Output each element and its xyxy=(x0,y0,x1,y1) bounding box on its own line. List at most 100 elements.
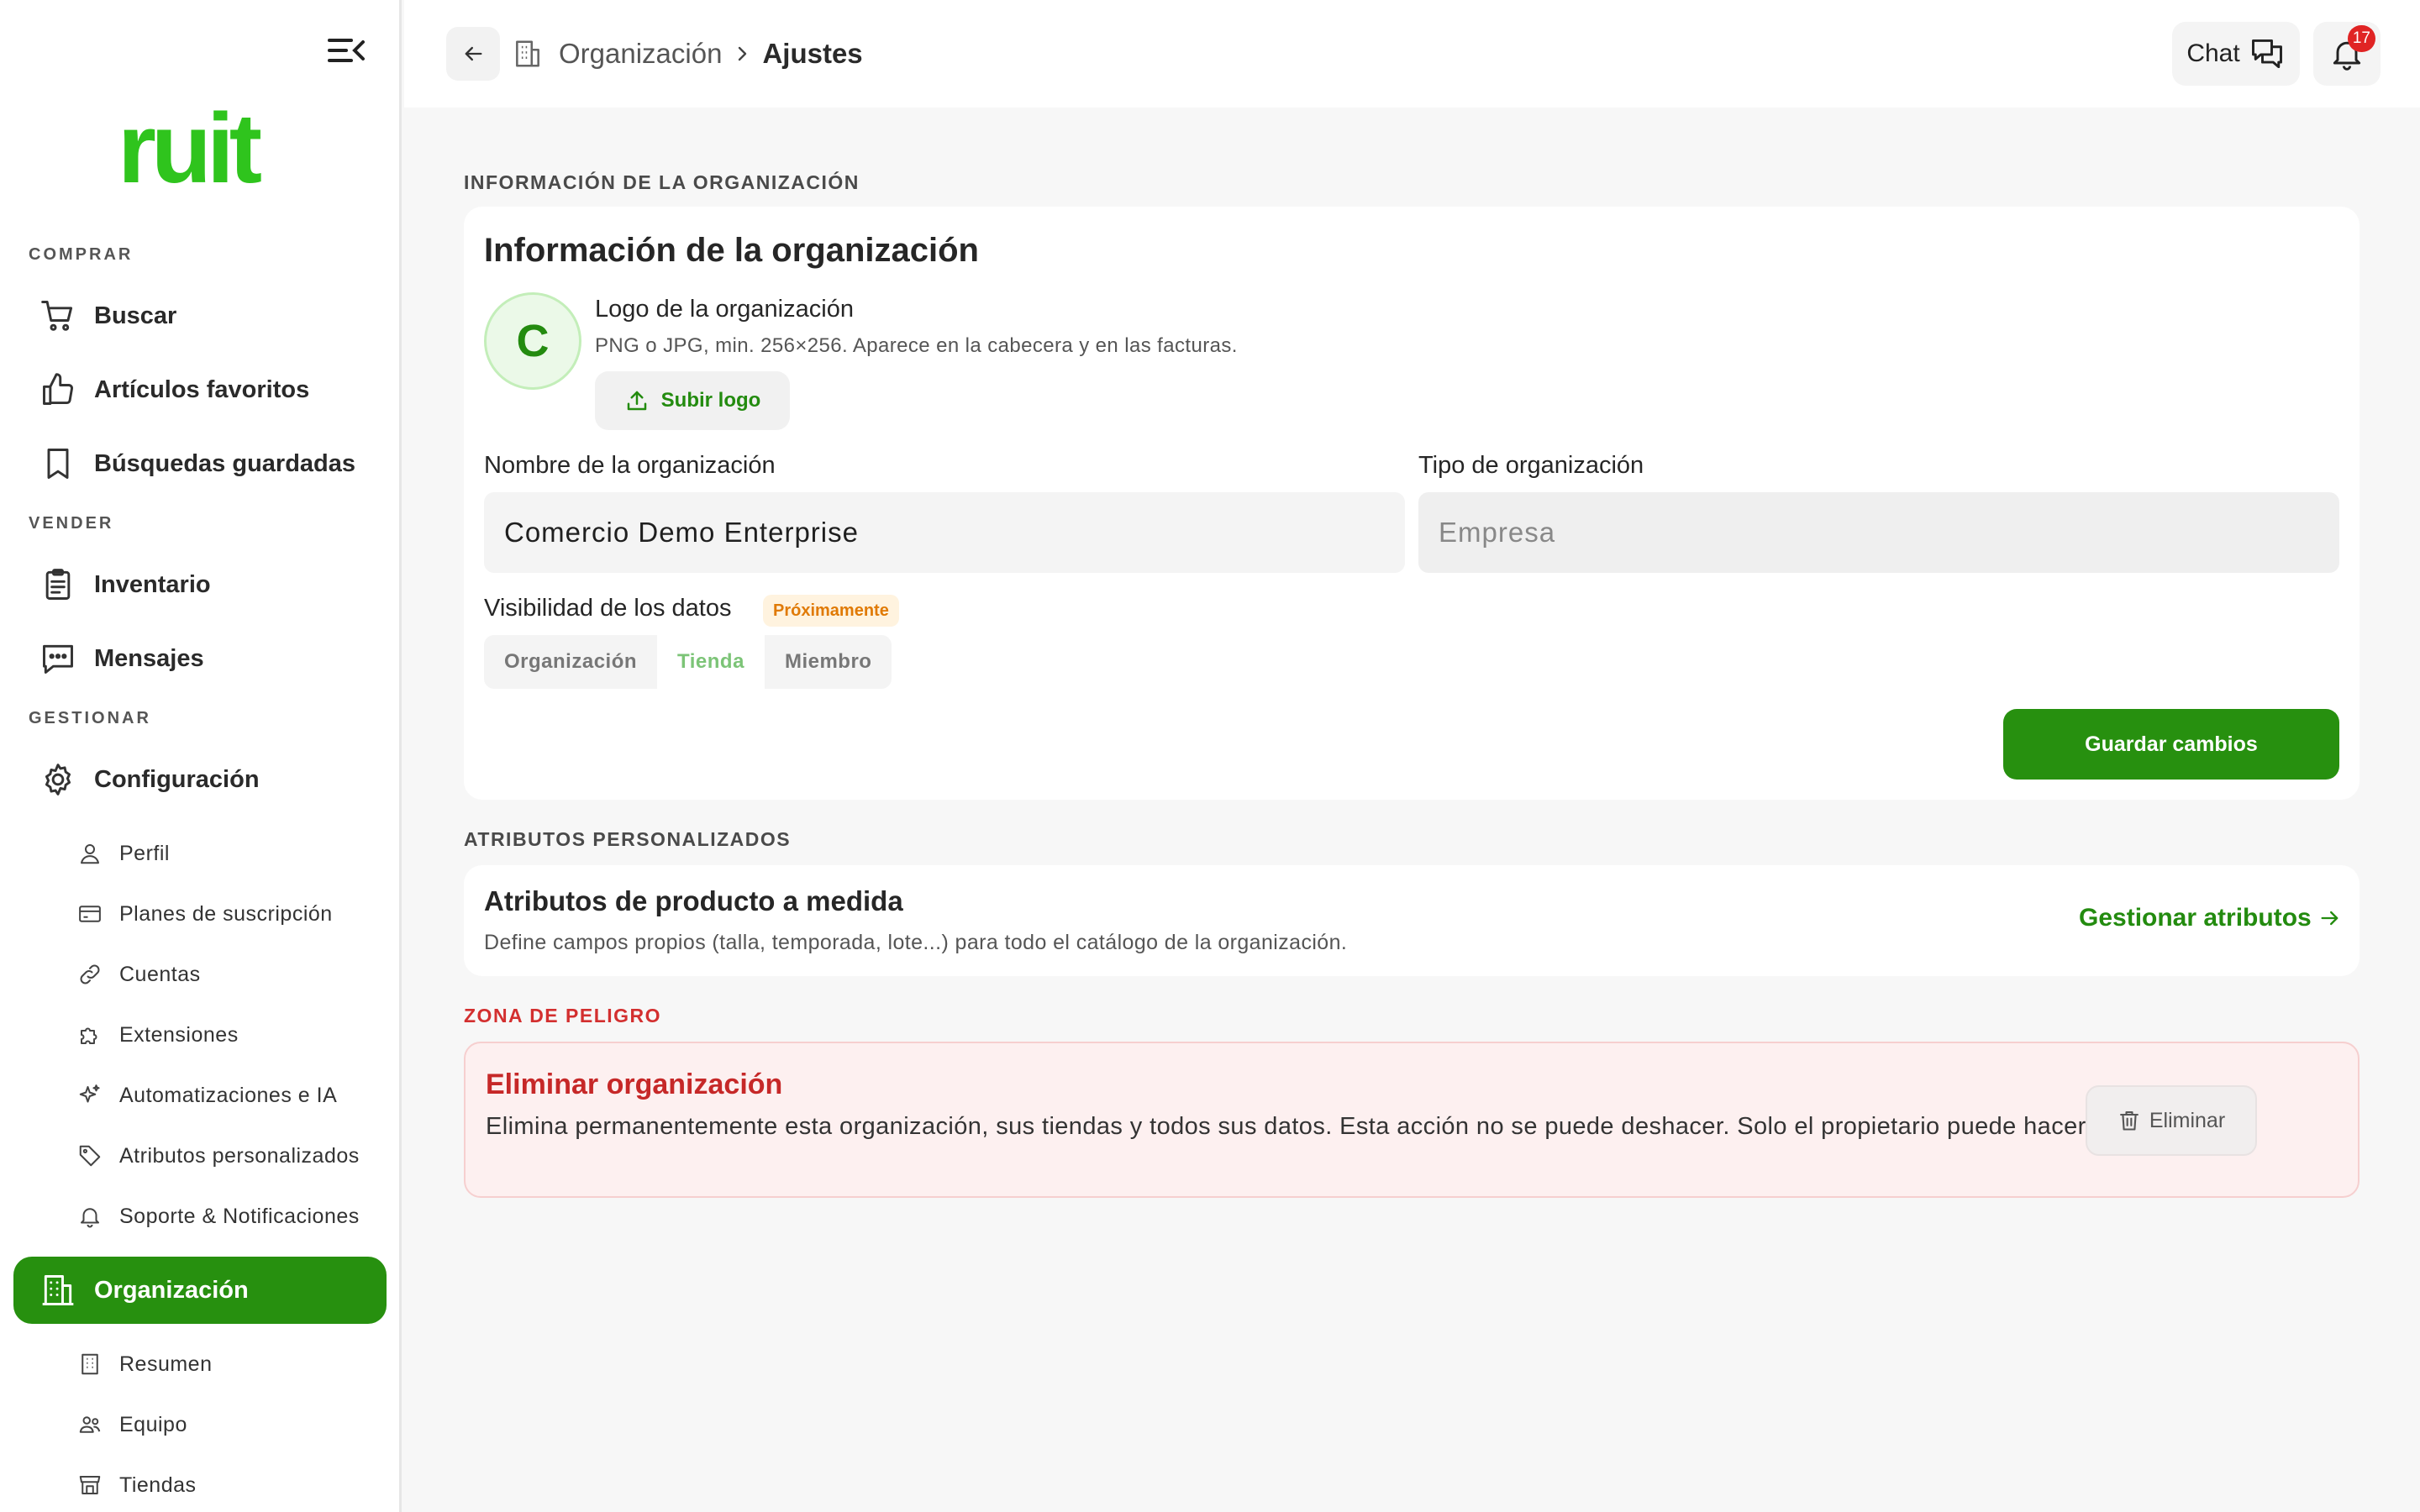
sidebar-subitem-label: Planes de suscripción xyxy=(119,901,333,926)
upload-icon xyxy=(624,388,650,413)
chat-bubbles-icon xyxy=(2249,35,2286,72)
sidebar-subitem-profile[interactable]: Perfil xyxy=(76,830,387,877)
chat-label: Chat xyxy=(2186,39,2240,67)
clipboard-icon xyxy=(39,565,77,604)
building-icon xyxy=(39,1271,77,1310)
sidebar-subitem-plans[interactable]: Planes de suscripción xyxy=(76,890,387,937)
sidebar-item-messages[interactable]: Mensajes xyxy=(13,625,387,692)
delete-org-title: Eliminar organización xyxy=(486,1068,783,1100)
org-name-input[interactable] xyxy=(484,492,1405,573)
sidebar-item-label: Mensajes xyxy=(94,644,204,672)
section-label-custom-attributes: ATRIBUTOS PERSONALIZADOS xyxy=(464,828,792,850)
org-type-input[interactable] xyxy=(1418,492,2339,573)
custom-attributes-card: Atributos de producto a medida Define ca… xyxy=(464,865,2360,976)
sidebar-item-saved-searches[interactable]: Búsquedas guardadas xyxy=(13,430,387,497)
org-name-label: Nombre de la organización xyxy=(484,452,776,479)
save-changes-button[interactable]: Guardar cambios xyxy=(2003,709,2339,780)
top-bar: Organización Ajustes Chat 17 xyxy=(404,0,2420,108)
sidebar-subitem-support[interactable]: Soporte & Notificaciones xyxy=(76,1193,387,1240)
brand-logo[interactable]: ruit xyxy=(118,99,262,198)
sidebar-item-configuration[interactable]: Configuración xyxy=(13,746,387,813)
sidebar-subitem-label: Resumen xyxy=(119,1352,213,1376)
breadcrumb-current: Ajustes xyxy=(762,38,863,69)
sidebar-item-inventory[interactable]: Inventario xyxy=(13,551,387,618)
gear-icon xyxy=(39,760,77,799)
credit-card-icon xyxy=(76,900,104,928)
sidebar-item-search[interactable]: Buscar xyxy=(13,282,387,349)
sidebar-subitem-label: Extensiones xyxy=(119,1022,239,1047)
sidebar-subitem-automations[interactable]: Automatizaciones e IA xyxy=(76,1072,387,1119)
custom-attributes-title: Atributos de producto a medida xyxy=(484,885,903,916)
logo-title: Logo de la organización xyxy=(595,296,854,323)
org-type-label: Tipo de organización xyxy=(1418,452,1644,479)
sidebar-subitem-label: Perfil xyxy=(119,841,170,865)
card-title: Información de la organización xyxy=(484,232,979,269)
breadcrumb: Organización Ajustes xyxy=(512,34,863,74)
visibility-segmented-control: Organización Tienda Miembro xyxy=(484,635,892,689)
section-label-org-info: INFORMACIÓN DE LA ORGANIZACIÓN xyxy=(464,171,860,193)
arrow-right-icon xyxy=(2318,906,2342,930)
upload-logo-button[interactable]: Subir logo xyxy=(595,371,790,430)
delete-org-description: Elimina permanentemente esta organizació… xyxy=(486,1113,2113,1140)
store-icon xyxy=(76,1471,104,1499)
sidebar-item-label: Configuración xyxy=(94,765,260,793)
thumbs-up-icon xyxy=(39,370,77,409)
sidebar-subitem-label: Automatizaciones e IA xyxy=(119,1083,338,1107)
sidebar: ruit COMPRAR Buscar Artículos favoritos … xyxy=(0,0,402,1512)
sidebar-item-organization[interactable]: Organización xyxy=(13,1257,387,1324)
section-label-sell: VENDER xyxy=(29,514,114,533)
notification-count-badge: 17 xyxy=(2347,25,2375,52)
arrow-left-icon xyxy=(465,46,482,61)
team-icon xyxy=(76,1410,104,1439)
manage-attributes-link[interactable]: Gestionar atributos xyxy=(2079,904,2342,932)
sidebar-subitem-custom-attributes[interactable]: Atributos personalizados xyxy=(76,1132,387,1179)
sidebar-subitem-label: Equipo xyxy=(119,1412,187,1436)
danger-zone-card: Eliminar organización Elimina permanente… xyxy=(464,1042,2360,1198)
sparkles-icon xyxy=(76,1081,104,1110)
sidebar-subitem-accounts[interactable]: Cuentas xyxy=(76,951,387,998)
tag-icon xyxy=(76,1142,104,1170)
sidebar-subitem-extensions[interactable]: Extensiones xyxy=(76,1011,387,1058)
visibility-option-organization[interactable]: Organización xyxy=(484,635,657,689)
sidebar-item-label: Búsquedas guardadas xyxy=(94,449,356,477)
sidebar-item-label: Artículos favoritos xyxy=(94,375,310,403)
sidebar-subitem-label: Tiendas xyxy=(119,1473,197,1497)
sidebar-subitem-label: Soporte & Notificaciones xyxy=(119,1204,360,1228)
sidebar-subitem-label: Atributos personalizados xyxy=(119,1143,360,1168)
visibility-option-store[interactable]: Tienda xyxy=(657,635,765,689)
puzzle-icon xyxy=(76,1021,104,1049)
org-info-card: Información de la organización C Logo de… xyxy=(464,207,2360,800)
sidebar-item-favorites[interactable]: Artículos favoritos xyxy=(13,356,387,423)
sidebar-item-label: Organización xyxy=(94,1276,249,1304)
coming-soon-badge: Próximamente xyxy=(763,595,899,627)
delete-organization-button[interactable]: Eliminar xyxy=(2086,1085,2257,1156)
link-icon xyxy=(76,960,104,989)
back-button[interactable] xyxy=(446,27,500,81)
sidebar-item-label: Buscar xyxy=(94,302,177,329)
message-icon xyxy=(39,639,77,678)
visibility-label: Visibilidad de los datos xyxy=(484,595,732,622)
sidebar-subitem-stores[interactable]: Tiendas xyxy=(76,1462,387,1509)
bookmark-icon xyxy=(39,444,77,483)
notifications-button[interactable]: 17 xyxy=(2313,22,2381,86)
breadcrumb-parent-link[interactable]: Organización xyxy=(559,38,722,70)
delete-label: Eliminar xyxy=(2149,1108,2226,1132)
trash-icon xyxy=(2118,1109,2141,1132)
chat-button[interactable]: Chat xyxy=(2172,22,2300,86)
user-icon xyxy=(76,839,104,868)
building-icon xyxy=(512,38,544,70)
sidebar-subitem-summary[interactable]: Resumen xyxy=(76,1341,387,1388)
chevron-right-icon xyxy=(732,44,752,64)
custom-attributes-description: Define campos propios (talla, temporada,… xyxy=(484,931,1348,954)
section-label-manage: GESTIONAR xyxy=(29,709,151,727)
logo-hint: PNG o JPG, min. 256×256. Aparece en la c… xyxy=(595,334,1238,357)
collapse-sidebar-icon[interactable] xyxy=(326,34,366,67)
cart-icon xyxy=(39,297,77,335)
sidebar-subitem-label: Cuentas xyxy=(119,962,201,986)
sidebar-subitem-team[interactable]: Equipo xyxy=(76,1401,387,1448)
bell-icon xyxy=(76,1202,104,1231)
sidebar-item-label: Inventario xyxy=(94,570,211,598)
manage-attributes-label: Gestionar atributos xyxy=(2079,904,2312,932)
building-small-icon xyxy=(76,1350,104,1378)
visibility-option-member[interactable]: Miembro xyxy=(765,635,892,689)
